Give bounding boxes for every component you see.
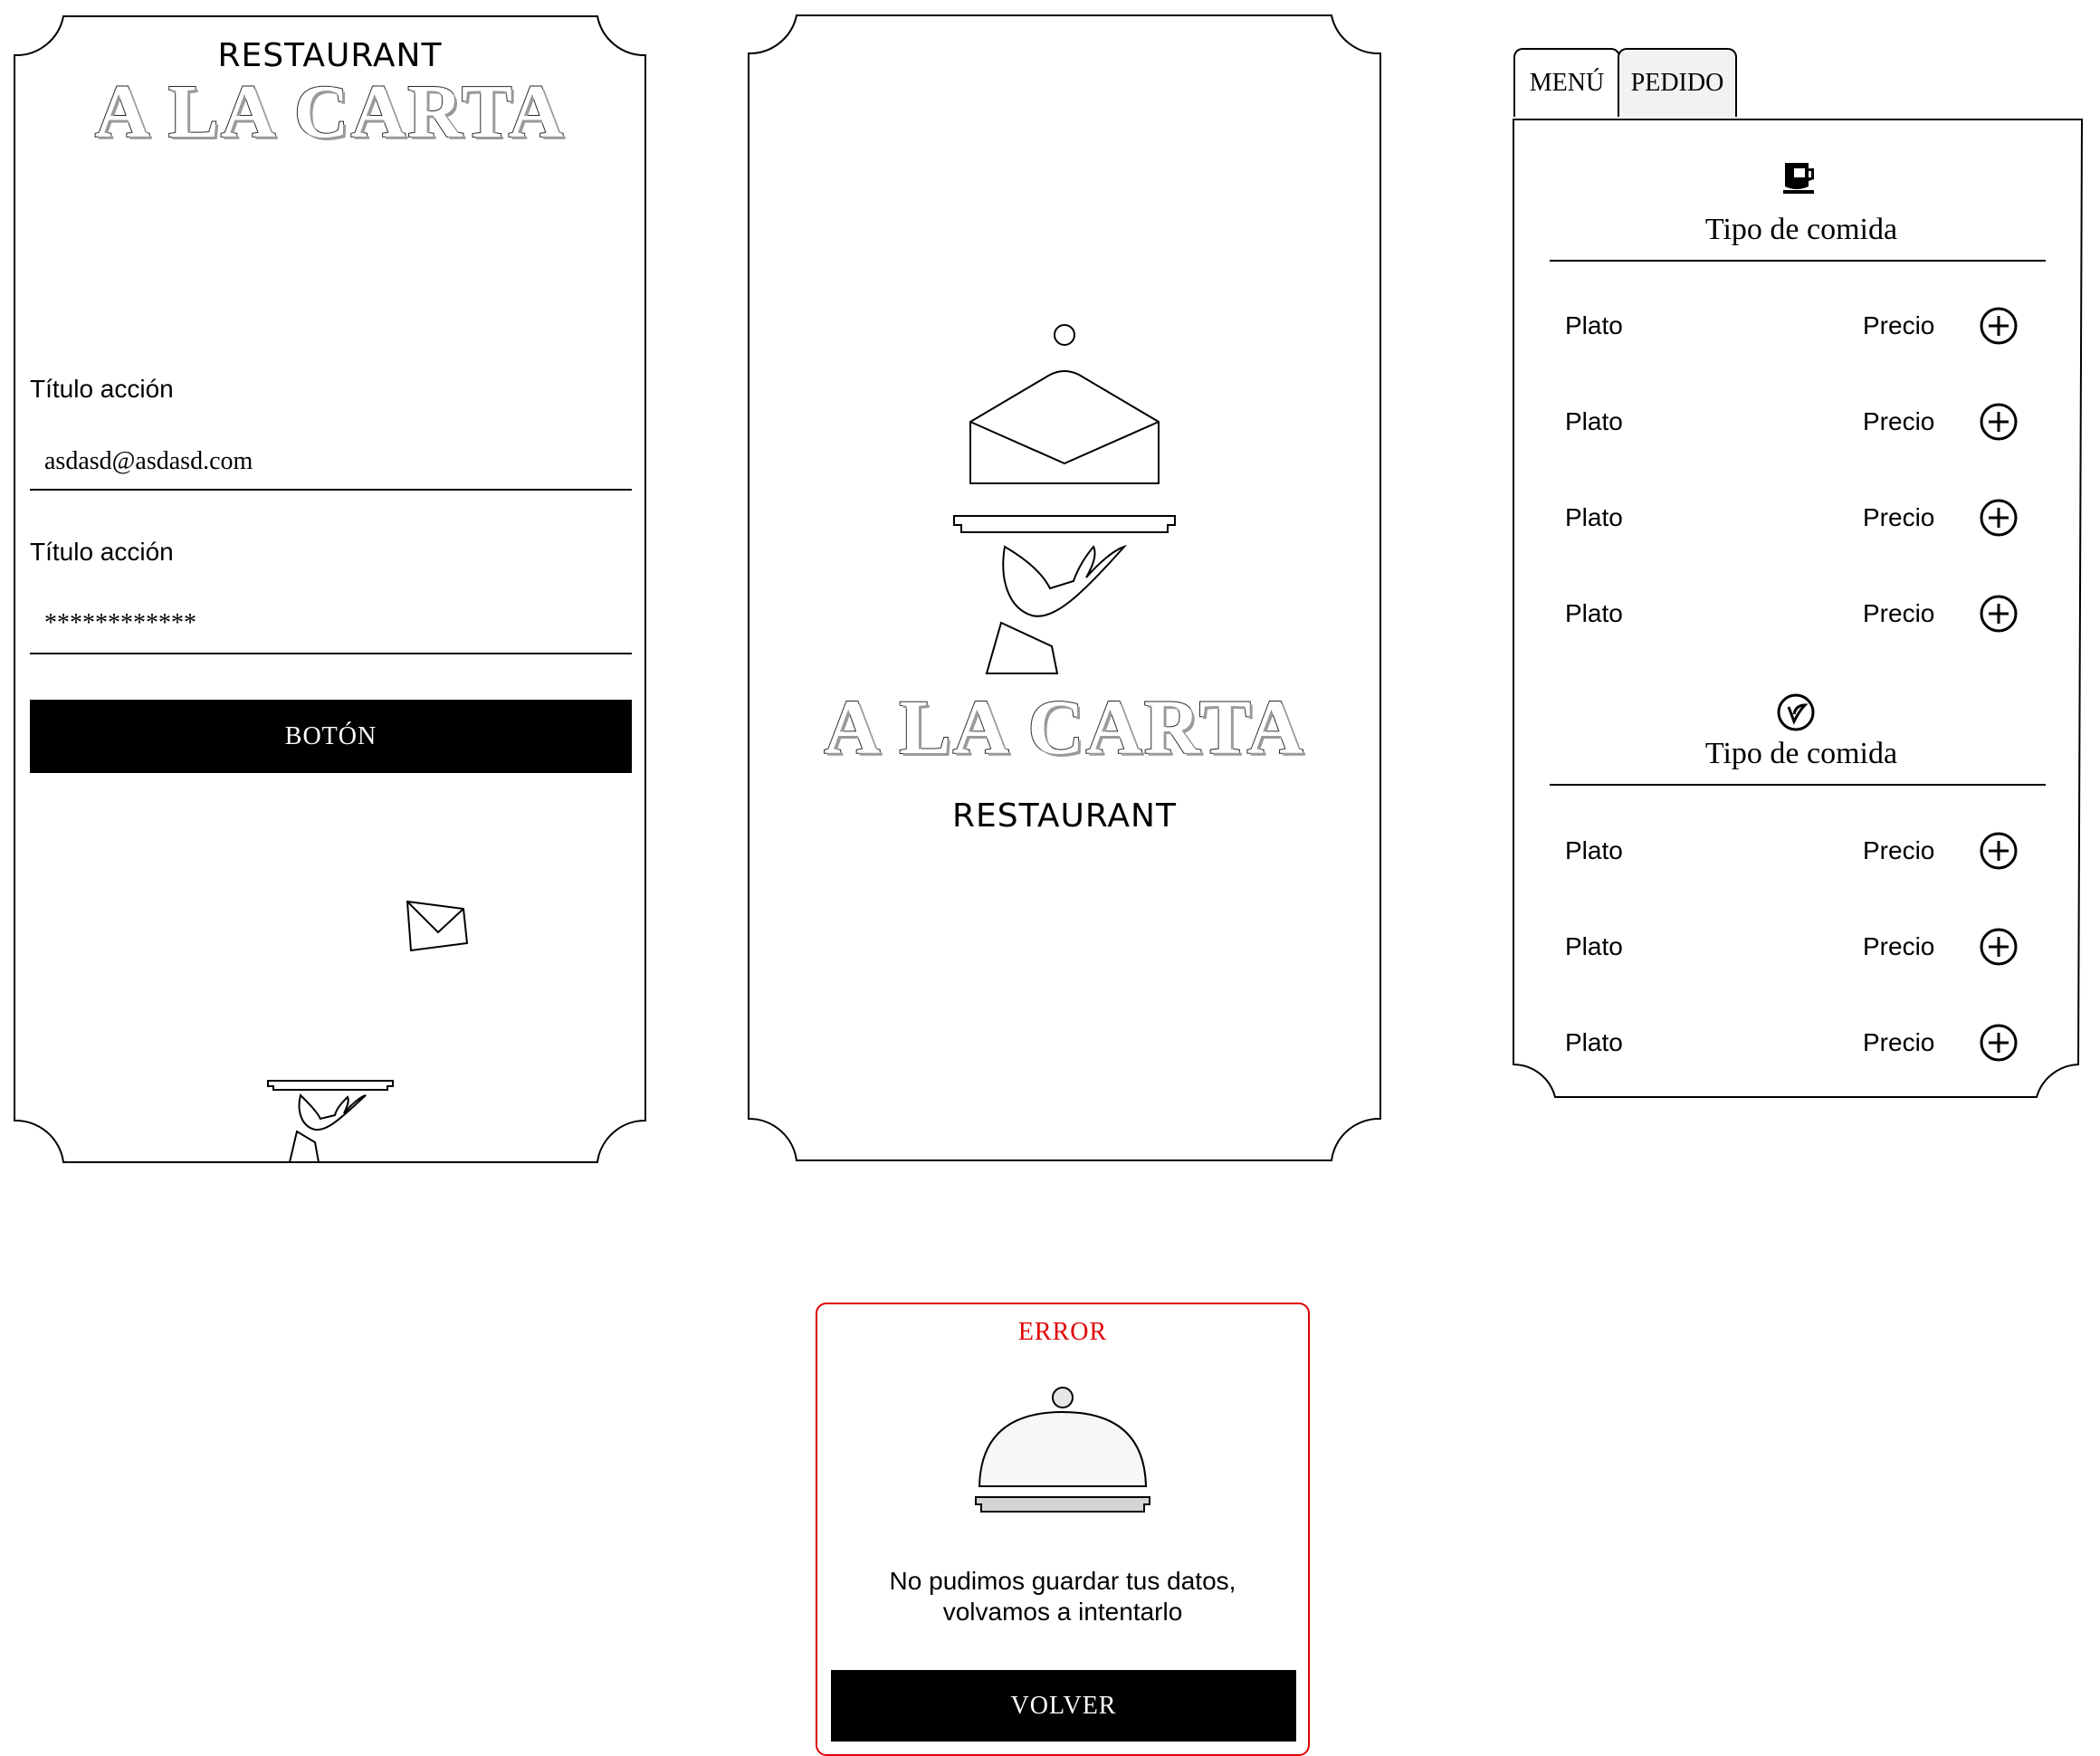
waiter-serving-logo-icon [953,324,1176,674]
dish-name: Plato [1565,503,1623,531]
dish-name: Plato [1565,407,1623,435]
error-message: No pudimos guardar tus datos, volvamos a… [816,1566,1310,1627]
login-button[interactable]: BOTÓN [30,700,632,773]
coffee-cup-icon [1783,163,1814,194]
add-dish-button[interactable] [1979,1023,2019,1063]
tab-pedido[interactable]: PEDIDO [1618,48,1737,117]
password-field-label: Título acción [30,538,174,566]
login-screen-frame [14,15,646,1163]
dish-price: Precio [1863,836,1935,864]
dish-price: Precio [1863,932,1935,960]
add-dish-button[interactable] [1979,306,2019,346]
splash-logo-text: A LA CARTA [823,682,1305,771]
dish-price: Precio [1863,407,1935,435]
waiter-hand-icon [267,1080,394,1162]
dish-price: Precio [1863,599,1935,627]
tab-menu[interactable]: MENÚ [1513,48,1620,117]
add-dish-button[interactable] [1979,927,2019,967]
dish-name: Plato [1565,311,1623,339]
add-dish-button[interactable] [1979,594,2019,634]
category-title: Tipo de comida [1704,213,1898,246]
dish-name: Plato [1565,599,1623,627]
back-button[interactable]: VOLVER [831,1670,1296,1742]
add-dish-button[interactable] [1979,498,2019,538]
dish-name: Plato [1565,932,1623,960]
category-divider [1550,784,2046,786]
splash-restaurant-label: RESTAURANT [952,797,1177,835]
dish-name: Plato [1565,836,1623,864]
add-dish-button[interactable] [1979,831,2019,871]
error-message-line2: volvamos a intentarlo [942,1598,1183,1626]
password-field[interactable] [30,594,632,654]
error-message-line1: No pudimos guardar tus datos, [889,1567,1236,1595]
error-title: ERROR [1017,1318,1108,1346]
dish-price: Precio [1863,1028,1935,1056]
dish-price: Precio [1863,503,1935,531]
login-logo-text: A LA CARTA [94,69,566,155]
category-title: Tipo de comida [1704,737,1898,770]
vegan-leaf-icon [1777,693,1815,731]
email-field-label: Título acción [30,375,174,403]
email-field[interactable] [30,434,632,491]
cloche-icon [975,1387,1150,1513]
dish-price: Precio [1863,311,1935,339]
dish-name: Plato [1565,1028,1623,1056]
envelope-icon [406,900,469,952]
category-divider [1550,260,2046,262]
add-dish-button[interactable] [1979,402,2019,442]
